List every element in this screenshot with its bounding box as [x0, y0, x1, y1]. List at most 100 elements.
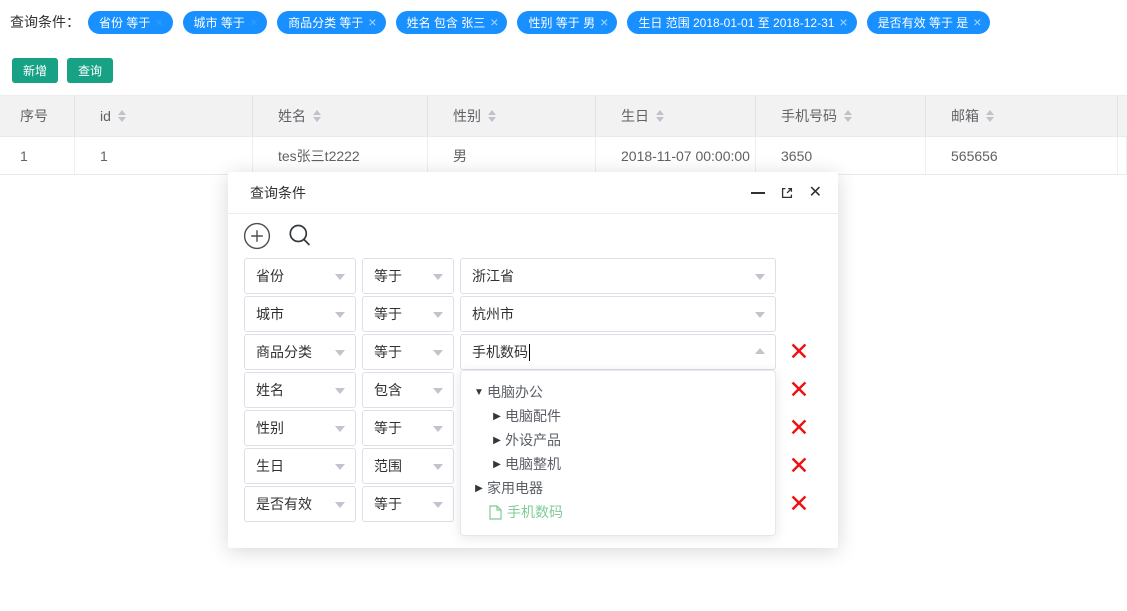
close-icon[interactable]: ✕	[809, 185, 822, 201]
column-label: 邮箱	[951, 106, 979, 126]
operator-select[interactable]: 范围	[362, 448, 454, 484]
filter-tag-valid[interactable]: 是否有效 等于 是 ×	[867, 11, 991, 34]
cell-index: 1	[0, 137, 75, 174]
operator-select[interactable]: 等于	[362, 486, 454, 522]
remove-condition-icon[interactable]: ✕	[785, 340, 813, 365]
filter-tag-text: 是否有效 等于 是	[878, 14, 969, 31]
field-select[interactable]: 城市	[244, 296, 356, 332]
column-header-filler	[1118, 96, 1127, 136]
tree-collapsed-icon[interactable]: ▶	[489, 435, 505, 446]
column-header-email[interactable]: 邮箱	[926, 96, 1118, 136]
column-header-name[interactable]: 姓名	[253, 96, 428, 136]
cell-filler	[1118, 137, 1127, 174]
tree-collapsed-icon[interactable]: ▶	[489, 411, 505, 422]
column-label: 生日	[621, 106, 649, 126]
operator-select[interactable]: 等于	[362, 296, 454, 332]
tag-close-icon[interactable]: ×	[250, 15, 258, 29]
column-label: 性别	[453, 106, 481, 126]
minimize-icon[interactable]	[751, 192, 765, 194]
filter-tag-province[interactable]: 省份 等于 ×	[88, 11, 173, 34]
filter-tag-text: 城市 等于	[194, 14, 245, 31]
tree-expanded-icon[interactable]: ▼	[471, 387, 487, 398]
field-select[interactable]: 是否有效	[244, 486, 356, 522]
chevron-down-icon	[335, 464, 345, 470]
cell-phone: 3650	[756, 137, 926, 174]
operator-select[interactable]: 等于	[362, 334, 454, 370]
tag-close-icon[interactable]: ×	[155, 15, 163, 29]
field-select[interactable]: 生日	[244, 448, 356, 484]
tree-node-home-appliances[interactable]: ▶ 家用电器	[461, 476, 775, 500]
remove-condition-icon[interactable]: ✕	[785, 416, 813, 441]
add-button[interactable]: 新增	[12, 58, 58, 83]
value-select[interactable]: 浙江省	[460, 258, 776, 294]
table-header-row: 序号 id 姓名 性别 生日 手机号码 邮箱	[0, 95, 1127, 137]
tree-node-label: 电脑办公	[487, 382, 543, 402]
sort-icon[interactable]	[313, 110, 321, 122]
chevron-down-icon	[433, 350, 443, 356]
maximize-icon[interactable]	[780, 186, 794, 200]
tree-collapsed-icon[interactable]: ▶	[471, 483, 487, 494]
tag-close-icon[interactable]: ×	[490, 15, 498, 29]
field-select[interactable]: 商品分类	[244, 334, 356, 370]
filter-bar-label: 查询条件：	[10, 12, 80, 32]
operator-select[interactable]: 等于	[362, 258, 454, 294]
operator-select[interactable]: 包含	[362, 372, 454, 408]
remove-condition-icon[interactable]: ✕	[785, 492, 813, 517]
column-header-phone[interactable]: 手机号码	[756, 96, 926, 136]
tag-close-icon[interactable]: ×	[600, 15, 608, 29]
tree-collapsed-icon[interactable]: ▶	[489, 459, 505, 470]
column-header-birthday[interactable]: 生日	[596, 96, 756, 136]
tree-node-label: 电脑整机	[505, 454, 561, 474]
modal-header[interactable]: 查询条件 ✕	[228, 172, 838, 214]
field-select[interactable]: 性别	[244, 410, 356, 446]
sort-icon[interactable]	[656, 110, 664, 122]
tree-node-computer-parts[interactable]: ▶ 电脑配件	[461, 404, 775, 428]
cell-birthday: 2018-11-07 00:00:00	[596, 137, 756, 174]
value-select[interactable]: 杭州市	[460, 296, 776, 332]
operator-select-value: 等于	[374, 304, 402, 324]
sort-icon[interactable]	[844, 110, 852, 122]
tree-node-whole-computer[interactable]: ▶ 电脑整机	[461, 452, 775, 476]
column-label: id	[100, 108, 111, 124]
operator-select[interactable]: 等于	[362, 410, 454, 446]
query-button[interactable]: 查询	[67, 58, 113, 83]
filter-tag-birthday[interactable]: 生日 范围 2018-01-01 至 2018-12-31 ×	[627, 11, 856, 34]
action-bar: 新增 查询	[12, 58, 113, 83]
cell-id: 1	[75, 137, 253, 174]
search-icon[interactable]	[286, 222, 314, 250]
sort-icon[interactable]	[488, 110, 496, 122]
column-header-id[interactable]: id	[75, 96, 253, 136]
chevron-down-icon	[433, 274, 443, 280]
filter-tag-category[interactable]: 商品分类 等于 ×	[277, 11, 386, 34]
table-row[interactable]: 1 1 tes张三t2222 男 2018-11-07 00:00:00 365…	[0, 137, 1127, 175]
operator-select-value: 等于	[374, 494, 402, 514]
field-select[interactable]: 省份	[244, 258, 356, 294]
text-cursor	[529, 344, 530, 361]
value-select-open[interactable]: 手机数码	[460, 334, 776, 370]
tree-node-computer-office[interactable]: ▼ 电脑办公	[461, 380, 775, 404]
tree-node-peripherals[interactable]: ▶ 外设产品	[461, 428, 775, 452]
tree-node-label: 电脑配件	[505, 406, 561, 426]
tree-leaf-mobile-digital[interactable]: 手机数码	[461, 500, 775, 524]
sort-icon[interactable]	[986, 110, 994, 122]
column-header-index: 序号	[0, 96, 75, 136]
value-select-value: 手机数码	[472, 342, 528, 362]
add-condition-icon[interactable]	[243, 222, 271, 250]
remove-condition-icon[interactable]: ✕	[785, 378, 813, 403]
field-select[interactable]: 姓名	[244, 372, 356, 408]
field-select-value: 是否有效	[256, 494, 312, 514]
document-icon	[489, 505, 502, 520]
tag-close-icon[interactable]: ×	[973, 15, 981, 29]
filter-tag-name[interactable]: 姓名 包含 张三 ×	[396, 11, 508, 34]
tag-close-icon[interactable]: ×	[839, 15, 847, 29]
sort-icon[interactable]	[118, 110, 126, 122]
column-header-gender[interactable]: 性别	[428, 96, 596, 136]
field-select-value: 性别	[256, 418, 284, 438]
chevron-down-icon	[335, 426, 345, 432]
tree-node-label: 家用电器	[487, 478, 543, 498]
tag-close-icon[interactable]: ×	[368, 15, 376, 29]
filter-tag-gender[interactable]: 性别 等于 男 ×	[517, 11, 617, 34]
field-select-value: 省份	[256, 266, 284, 286]
filter-tag-city[interactable]: 城市 等于 ×	[183, 11, 268, 34]
remove-condition-icon[interactable]: ✕	[785, 454, 813, 479]
